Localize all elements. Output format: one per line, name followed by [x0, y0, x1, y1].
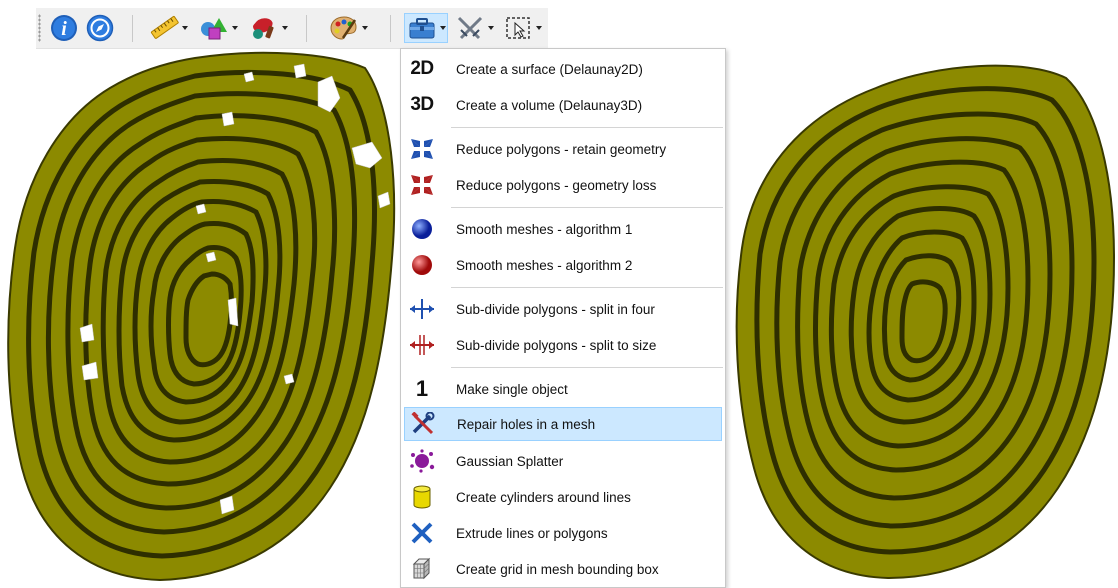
navigate-button[interactable] [84, 13, 116, 43]
chevron-down-icon [439, 26, 446, 30]
repair-tools-icon [409, 412, 437, 436]
svg-text:i: i [61, 18, 67, 40]
mesh-view-left[interactable] [0, 48, 400, 583]
menu-item-cylinders[interactable]: Create cylinders around lines [404, 481, 722, 513]
menu-item-label: Sub-divide polygons - split in four [456, 301, 655, 317]
menu-item-label: Sub-divide polygons - split to size [456, 337, 657, 353]
2d-icon: 2D [410, 58, 434, 79]
mesh-repaired [735, 64, 1116, 580]
toolbox-icon [409, 18, 434, 39]
menu-item-label: Gaussian Splatter [456, 453, 564, 469]
chevron-down-icon [487, 26, 494, 30]
menu-item-label: Smooth meshes - algorithm 2 [456, 257, 633, 273]
selection-icon [505, 17, 530, 39]
menu-separator [451, 367, 723, 368]
menu-item-label: Reduce polygons - retain geometry [456, 141, 667, 157]
menu-item-grid[interactable]: Create grid in mesh bounding box [404, 553, 722, 585]
menu-item-reduce-retain[interactable]: Reduce polygons - retain geometry [404, 133, 722, 165]
cylinder-icon [408, 485, 436, 509]
compass-icon [86, 14, 114, 42]
grid-cube-icon [408, 557, 436, 581]
extrude-icon [408, 521, 436, 545]
menu-item-label: Repair holes in a mesh [457, 416, 596, 432]
measure-button[interactable] [146, 13, 190, 43]
menu-item-create-surface[interactable]: 2D Create a surface (Delaunay2D) [404, 53, 722, 85]
mesh-tools-menu: 2D Create a surface (Delaunay2D) 3D Crea… [400, 48, 726, 588]
split-blue-icon [408, 297, 436, 321]
mesh-tools-button[interactable] [404, 13, 448, 43]
menu-item-label: Reduce polygons - geometry loss [456, 177, 657, 193]
chevron-down-icon [281, 26, 288, 30]
menu-item-label: Extrude lines or polygons [456, 525, 608, 541]
one-icon: 1 [415, 376, 429, 401]
menu-item-extrude[interactable]: Extrude lines or polygons [404, 517, 722, 549]
toolbar-separator [132, 15, 133, 42]
menu-item-label: Create a surface (Delaunay2D) [456, 61, 643, 77]
menu-item-label: Create grid in mesh bounding box [456, 561, 659, 577]
shapes-icon [200, 18, 227, 40]
menu-separator [451, 287, 723, 288]
reduce-red-icon [408, 173, 436, 197]
menu-item-gaussian-splatter[interactable]: Gaussian Splatter [404, 445, 722, 477]
menu-item-subdivide-four[interactable]: Sub-divide polygons - split in four [404, 293, 722, 325]
ruler-icon [150, 16, 179, 39]
mesh-view-right[interactable] [726, 48, 1118, 583]
menu-item-label: Create cylinders around lines [456, 489, 631, 505]
toolbar-separator [306, 15, 307, 42]
chevron-down-icon [231, 26, 238, 30]
tools-button[interactable] [452, 13, 496, 43]
menu-item-single-object[interactable]: 1 Make single object [404, 373, 722, 405]
toolbar-grip[interactable] [38, 14, 41, 42]
menu-item-label: Make single object [456, 381, 568, 397]
swords-icon [457, 16, 482, 40]
info-icon: i [51, 15, 77, 41]
reduce-blue-icon [408, 137, 436, 161]
3d-icon: 3D [410, 94, 434, 115]
paint-icon [252, 18, 274, 39]
menu-separator [451, 127, 723, 128]
splatter-icon [408, 449, 436, 473]
menu-item-label: Create a volume (Delaunay3D) [456, 97, 643, 113]
menu-item-create-volume[interactable]: 3D Create a volume (Delaunay3D) [404, 89, 722, 121]
chevron-down-icon [181, 26, 188, 30]
chevron-down-icon [535, 26, 542, 30]
split-red-icon [408, 333, 436, 357]
chevron-down-icon [361, 26, 368, 30]
palette-icon [329, 16, 357, 40]
paint-button[interactable] [246, 13, 290, 43]
shapes-button[interactable] [196, 13, 240, 43]
palette-button[interactable] [326, 13, 370, 43]
menu-separator [451, 207, 723, 208]
menu-item-subdivide-size[interactable]: Sub-divide polygons - split to size [404, 329, 722, 361]
mesh-with-holes [7, 51, 396, 582]
blue-sphere-icon [408, 217, 436, 241]
red-sphere-icon [408, 253, 436, 277]
menu-item-smooth-2[interactable]: Smooth meshes - algorithm 2 [404, 249, 722, 281]
selection-button[interactable] [500, 13, 544, 43]
menu-item-reduce-loss[interactable]: Reduce polygons - geometry loss [404, 169, 722, 201]
menu-item-repair-holes[interactable]: Repair holes in a mesh [404, 407, 722, 441]
info-button[interactable]: i [48, 13, 80, 43]
main-toolbar: i [36, 8, 548, 49]
toolbar-separator [390, 15, 391, 42]
menu-item-smooth-1[interactable]: Smooth meshes - algorithm 1 [404, 213, 722, 245]
menu-item-label: Smooth meshes - algorithm 1 [456, 221, 633, 237]
